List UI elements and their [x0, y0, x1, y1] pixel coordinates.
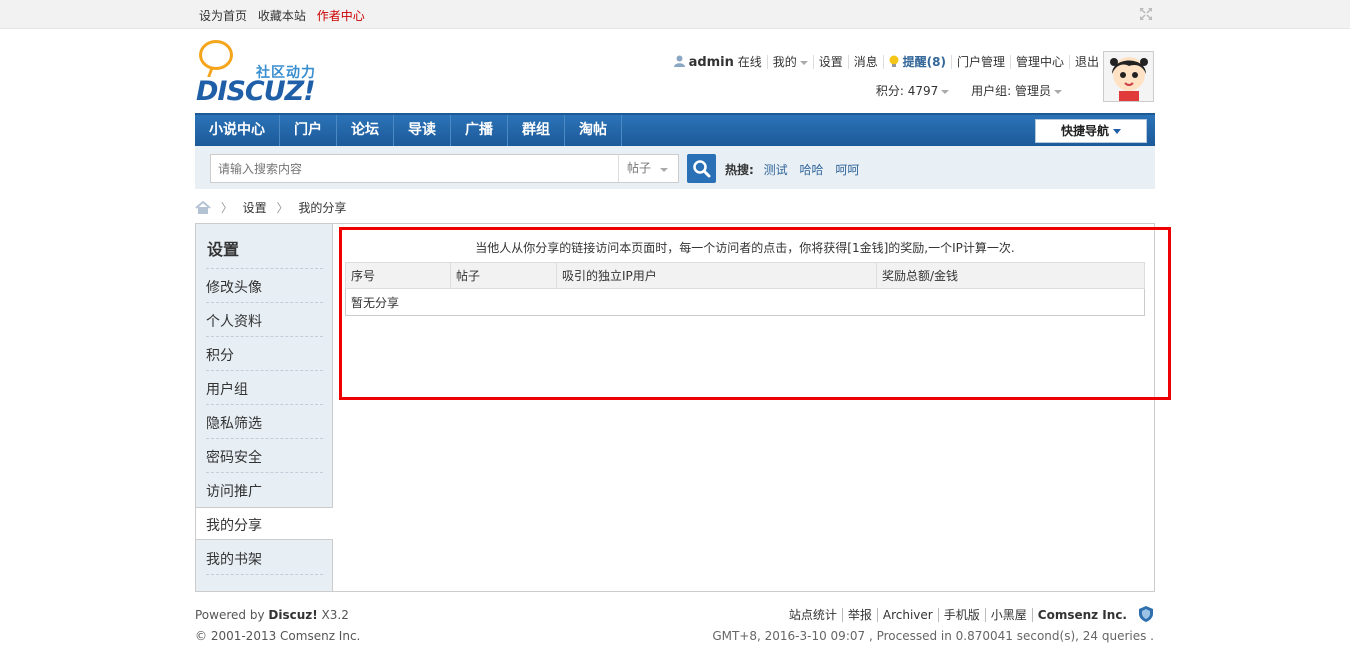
main-nav: 小说中心 门户 论坛 导读 广播 群组 淘帖 快捷导航: [195, 113, 1155, 146]
hot-search: 热搜: 测试 哈哈 呵呵: [725, 161, 867, 178]
settings-sidebar: 设置 修改头像 个人资料 积分 用户组 隐私筛选 密码安全 访问推广 我的分享 …: [196, 224, 333, 591]
footer-link-blackroom[interactable]: 小黑屋: [984, 608, 1032, 622]
set-homepage-link[interactable]: 设为首页: [199, 9, 247, 23]
sidebar-item-my-share[interactable]: 我的分享: [206, 515, 323, 535]
top-toolbar: 设为首页 收藏本站 作者中心: [0, 0, 1350, 29]
portal-manage-link[interactable]: 门户管理: [950, 55, 1010, 69]
sidebar-item-usergroup[interactable]: 用户组: [206, 379, 323, 399]
breadcrumb: 〉 设置 〉 我的分享: [195, 199, 346, 215]
nav-broadcast[interactable]: 广播: [451, 115, 508, 146]
footer-right: 站点统计 举报 Archiver 手机版 小黑屋 Comsenz Inc. GMT+8, …: [712, 605, 1154, 647]
footer-link-report[interactable]: 举报: [841, 608, 877, 622]
search-button[interactable]: [687, 154, 716, 183]
user-nav: admin 在线 我的 设置 消息 提醒(8) 门户管理 管理中心 退出: [669, 55, 1104, 70]
admin-center-link[interactable]: 管理中心: [1009, 55, 1069, 69]
online-status: 在线: [737, 55, 762, 69]
sidebar-title: 设置: [207, 240, 240, 259]
discuz-link[interactable]: Discuz!: [268, 608, 317, 622]
powered-by: Powered by Discuz! X3.2: [195, 608, 349, 622]
column-header: 帖子: [450, 262, 557, 289]
column-header: 奖励总额/金钱: [876, 262, 1145, 289]
sidebar-item-promotion[interactable]: 访问推广: [206, 481, 323, 501]
table-row: 暂无分享: [346, 289, 1145, 316]
column-header: 吸引的独立IP用户: [556, 262, 877, 289]
site-logo[interactable]: 社区动力 DISCUZ!: [195, 40, 330, 107]
share-table: 序号 帖子 吸引的独立IP用户 奖励总额/金钱 暂无分享: [345, 262, 1145, 316]
nav-novel-center[interactable]: 小说中心: [195, 115, 280, 146]
copyright: © 2001-2013 Comsenz Inc.: [195, 629, 361, 643]
breadcrumb-current: 我的分享: [298, 201, 347, 215]
table-header-row: 序号 帖子 吸引的独立IP用户 奖励总额/金钱: [345, 262, 1145, 289]
hot-search-label: 热搜:: [725, 163, 754, 177]
topbar-links: 设为首页 收藏本站 作者中心: [199, 7, 372, 24]
hot-keyword[interactable]: 呵呵: [835, 163, 859, 177]
breadcrumb-settings[interactable]: 设置: [243, 201, 267, 215]
username-link[interactable]: admin: [689, 55, 734, 70]
nav-collections[interactable]: 淘帖: [565, 115, 622, 146]
search-type-select[interactable]: 帖子: [618, 154, 679, 183]
empty-message: 暂无分享: [351, 295, 400, 310]
logo-wordmark: DISCUZ!: [196, 76, 316, 107]
avatar-image: [1104, 52, 1153, 101]
footer-link-mobile[interactable]: 手机版: [937, 608, 985, 622]
lightbulb-icon: [889, 55, 899, 67]
chevron-down-icon: [1054, 89, 1062, 94]
nav-guide[interactable]: 导读: [394, 115, 451, 146]
footer-link-stats[interactable]: 站点统计: [784, 608, 842, 622]
hot-keyword[interactable]: 测试: [764, 163, 788, 177]
user-status: admin 在线: [669, 55, 767, 70]
home-icon[interactable]: [195, 201, 211, 214]
chevron-down-icon: [941, 89, 950, 94]
usergroup-menu[interactable]: 用户组: 管理员: [963, 82, 1072, 99]
user-icon: [673, 55, 685, 67]
shield-icon[interactable]: [1138, 605, 1154, 623]
search-input[interactable]: [210, 154, 619, 183]
expand-icon[interactable]: [1138, 6, 1154, 22]
messages-link[interactable]: 消息: [847, 55, 883, 69]
search-bar: 帖子 热搜: 测试 哈哈 呵呵: [195, 146, 1155, 189]
chevron-down-icon: [1113, 129, 1121, 134]
hot-keyword[interactable]: 哈哈: [799, 163, 823, 177]
nav-groups[interactable]: 群组: [508, 115, 565, 146]
main-panel: 设置 修改头像 个人资料 积分 用户组 隐私筛选 密码安全 访问推广 我的分享 …: [195, 223, 1155, 592]
column-header: 序号: [345, 262, 451, 289]
sidebar-item-avatar[interactable]: 修改头像: [206, 277, 323, 297]
settings-link[interactable]: 设置: [812, 55, 848, 69]
sidebar-item-profile[interactable]: 个人资料: [206, 311, 323, 331]
credits-menu[interactable]: 积分: 4797: [868, 82, 959, 99]
logo-bubble-icon: [199, 40, 233, 70]
author-center-link[interactable]: 作者中心: [317, 9, 365, 23]
notice-link[interactable]: 提醒(8): [882, 55, 951, 69]
footer-link-archiver[interactable]: Archiver: [876, 608, 938, 622]
sidebar-item-bookshelf[interactable]: 我的书架: [206, 549, 323, 569]
nav-forum[interactable]: 论坛: [337, 115, 394, 146]
chevron-down-icon: [660, 168, 668, 172]
share-content: 当他人从你分享的链接访问本页面时，每一个访问者的点击，你将获得[1金钱]的奖励,…: [345, 239, 1145, 316]
quick-nav-button[interactable]: 快捷导航: [1035, 119, 1147, 143]
nav-portal[interactable]: 门户: [280, 115, 337, 146]
search-icon: [693, 160, 711, 178]
sidebar-item-privacy[interactable]: 隐私筛选: [206, 413, 323, 433]
chevron-down-icon: [799, 60, 808, 65]
share-notice: 当他人从你分享的链接访问本页面时，每一个访问者的点击，你将获得[1金钱]的奖励,…: [475, 241, 1015, 255]
footer-stats: GMT+8, 2016-3-10 09:07 , Processed in 0.…: [712, 629, 1154, 643]
footer-left: Powered by Discuz! X3.2 © 2001-2013 Coms…: [195, 605, 360, 647]
avatar[interactable]: [1103, 51, 1154, 102]
footer-company-link[interactable]: Comsenz Inc.: [1031, 608, 1132, 622]
user-nav-secondary: 积分: 4797 用户组: 管理员: [868, 82, 1072, 99]
bookmark-site-link[interactable]: 收藏本站: [258, 9, 306, 23]
sidebar-item-credits[interactable]: 积分: [206, 345, 323, 365]
logout-link[interactable]: 退出: [1068, 55, 1104, 69]
sidebar-item-password[interactable]: 密码安全: [206, 447, 323, 467]
my-menu[interactable]: 我的: [766, 55, 813, 69]
